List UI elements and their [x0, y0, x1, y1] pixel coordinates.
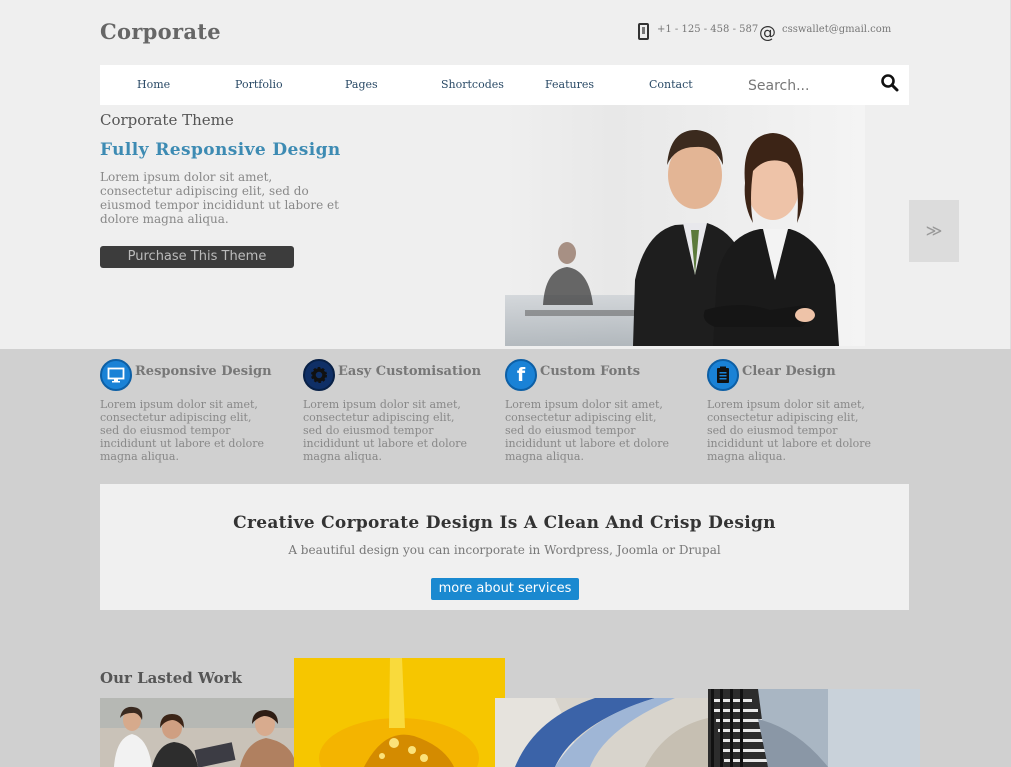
search-input[interactable] [748, 76, 868, 96]
nav-item-pages[interactable]: Pages [345, 78, 378, 91]
clipboard-icon [707, 359, 739, 391]
email-address[interactable]: csswallet@gmail.com [782, 24, 891, 35]
nav-item-features[interactable]: Features [545, 78, 594, 91]
feature-text: Lorem ipsum dolor sit amet, consectetur … [707, 398, 871, 463]
latest-work-title: Our Lasted Work [100, 669, 242, 687]
hero-subtitle: Corporate Theme [100, 111, 234, 129]
work-thumbnail-architecture[interactable] [495, 698, 708, 767]
purchase-theme-button[interactable]: Purchase This Theme [100, 246, 294, 268]
more-about-services-button[interactable]: more about services [431, 578, 579, 600]
slider-next-button[interactable]: ≫ [909, 200, 959, 262]
phone-number: +1 - 125 - 458 - 587 [657, 24, 759, 35]
work-thumbnail-yellow-drops[interactable] [294, 658, 505, 767]
feature-text: Lorem ipsum dolor sit amet, consectetur … [505, 398, 669, 463]
nav-item-portfolio[interactable]: Portfolio [235, 78, 283, 91]
feature-title: Clear Design [742, 364, 836, 379]
work-thumbnail-building[interactable] [708, 689, 920, 767]
facebook-icon: f [505, 359, 537, 391]
feature-title: Easy Customisation [338, 364, 482, 379]
gear-icon [303, 359, 335, 391]
phone-icon [638, 23, 649, 40]
feature-title: Responsive Design [135, 364, 272, 379]
banner-subtitle: A beautiful design you can incorporate i… [288, 543, 721, 557]
feature-text: Lorem ipsum dolor sit amet, consectetur … [100, 398, 264, 463]
work-thumbnail-meeting[interactable] [100, 698, 294, 767]
monitor-icon [100, 359, 132, 391]
hero-description: Lorem ipsum dolor sit amet, consectetur … [100, 170, 339, 226]
nav-item-home[interactable]: Home [137, 78, 170, 91]
hero-title: Fully Responsive Design [100, 140, 341, 160]
site-logo[interactable]: Corporate [100, 19, 221, 44]
hero-business-people-image [505, 105, 865, 346]
nav-item-shortcodes[interactable]: Shortcodes [441, 78, 504, 91]
at-icon: @ [759, 23, 776, 43]
feature-title: Custom Fonts [540, 364, 641, 379]
search-icon[interactable] [880, 73, 900, 93]
nav-item-contact[interactable]: Contact [649, 78, 693, 91]
feature-text: Lorem ipsum dolor sit amet, consectetur … [303, 398, 467, 463]
services-banner: Creative Corporate Design Is A Clean And… [100, 484, 909, 610]
banner-title: Creative Corporate Design Is A Clean And… [233, 513, 776, 533]
